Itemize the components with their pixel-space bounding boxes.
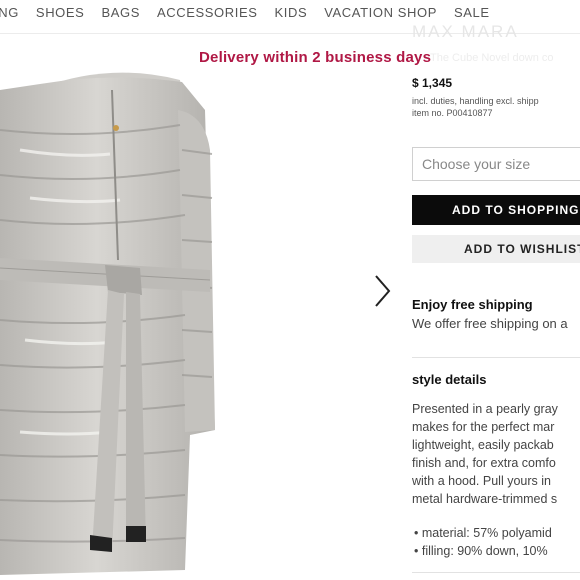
product-image[interactable] bbox=[0, 70, 240, 580]
list-item: • material: 57% polyamid bbox=[414, 526, 552, 540]
item-number: item no. P00410877 bbox=[412, 108, 493, 118]
description-line: Presented in a pearly gray bbox=[412, 402, 558, 416]
product-title: The Cube Novel down co bbox=[430, 52, 554, 64]
nav-item-accessories[interactable]: ACCESSORIES bbox=[157, 0, 258, 26]
nav-item-clothing[interactable]: ING bbox=[0, 0, 19, 26]
material-list: • material: 57% polyamid • filling: 90% … bbox=[414, 524, 580, 560]
shipping-text: We offer free shipping on a bbox=[412, 316, 568, 331]
chevron-right-icon[interactable] bbox=[372, 274, 392, 308]
brand-name[interactable]: MAX MARA bbox=[412, 22, 519, 42]
description-line: metal hardware-trimmed s bbox=[412, 492, 558, 506]
style-description: Presented in a pearly gray makes for the… bbox=[412, 400, 580, 508]
add-to-wishlist-button[interactable]: ADD TO WISHLIST bbox=[412, 235, 580, 263]
description-line: lightweight, easily packab bbox=[412, 438, 554, 452]
divider bbox=[412, 572, 580, 573]
divider bbox=[412, 357, 580, 358]
description-line: makes for the perfect mar bbox=[412, 420, 555, 434]
add-to-bag-button[interactable]: ADD TO SHOPPING bbox=[412, 195, 580, 225]
list-item: • filling: 90% down, 10% bbox=[414, 544, 548, 558]
description-line: with a hood. Pull yours in bbox=[412, 474, 551, 488]
shipping-title: Enjoy free shipping bbox=[412, 297, 533, 312]
style-details-title[interactable]: style details bbox=[412, 372, 486, 387]
delivery-banner: Delivery within 2 business days bbox=[199, 49, 432, 66]
description-line: finish and, for extra comfo bbox=[412, 456, 556, 470]
nav-item-bags[interactable]: BAGS bbox=[101, 0, 140, 26]
nav-item-kids[interactable]: KIDS bbox=[274, 0, 307, 26]
size-select[interactable]: Choose your size bbox=[412, 147, 580, 181]
duties-note: incl. duties, handling excl. shipp bbox=[412, 96, 539, 106]
product-price: $ 1,345 bbox=[412, 76, 453, 90]
nav-item-shoes[interactable]: SHOES bbox=[36, 0, 85, 26]
